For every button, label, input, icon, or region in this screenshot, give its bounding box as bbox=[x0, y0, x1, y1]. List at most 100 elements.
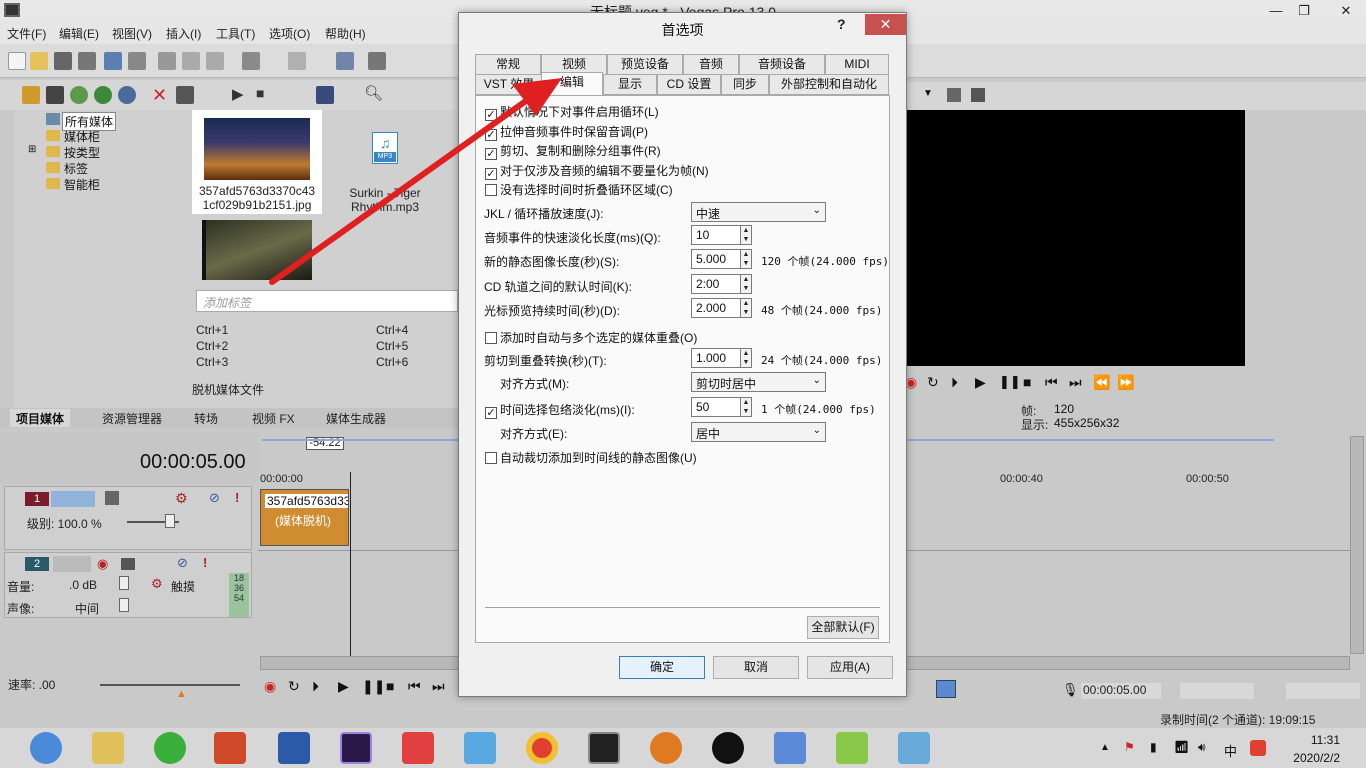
next-frame-icon[interactable]: ⏩ bbox=[1117, 374, 1134, 391]
tray-arrow-icon[interactable]: ▲ bbox=[1100, 742, 1110, 753]
menu-file[interactable]: 文件(F) bbox=[7, 25, 46, 42]
tab-project-media[interactable]: 项目媒体 bbox=[10, 409, 71, 427]
tab-media-generators[interactable]: 媒体生成器 bbox=[320, 409, 392, 427]
align2-select[interactable]: 居中 ⌄ bbox=[691, 422, 826, 442]
automation-mode-label[interactable]: 触摸 bbox=[171, 578, 195, 595]
checkbox-row-pitch[interactable]: ✓ 拉伸音频事件时保留音调(P) bbox=[485, 123, 648, 141]
tree-item-bins[interactable]: 媒体柜 bbox=[64, 128, 100, 145]
clock-date[interactable]: 2020/2/2 bbox=[1284, 751, 1340, 765]
play-from-start-icon[interactable]: ⏵ bbox=[312, 678, 319, 695]
video-track-header[interactable]: 1 ⚙ ⊘ ! 级别: 100.0 % bbox=[4, 486, 252, 550]
tab-vst-effects[interactable]: VST 效果 bbox=[475, 74, 543, 95]
cut-overlap-input[interactable]: 1.000 bbox=[691, 348, 741, 368]
vertical-scrollbar[interactable] bbox=[1350, 436, 1364, 654]
menu-view[interactable]: 视图(V) bbox=[112, 25, 152, 42]
minimize-icon[interactable]: — bbox=[1262, 0, 1290, 22]
pause-icon[interactable]: ❚❚ bbox=[362, 678, 385, 695]
stop-icon[interactable]: ■ bbox=[256, 85, 264, 101]
audio-track-header[interactable]: 2 ◉ ⊘ ! 音量: .0 dB ⚙ 触摸 声像: 中间 18 36 54 bbox=[4, 552, 252, 618]
solo-icon[interactable]: ! bbox=[235, 490, 239, 505]
paste-icon[interactable] bbox=[206, 52, 224, 70]
stop-icon[interactable]: ■ bbox=[386, 678, 394, 694]
still-length-input[interactable]: 5.000 bbox=[691, 249, 741, 269]
checkbox-overlap[interactable] bbox=[485, 332, 497, 344]
save-snapshot-icon[interactable] bbox=[971, 88, 985, 102]
align1-select[interactable]: 剪切时居中 ⌄ bbox=[691, 372, 826, 392]
menu-help[interactable]: 帮助(H) bbox=[325, 25, 366, 42]
delete-icon[interactable]: ✕ bbox=[152, 85, 167, 106]
jkl-speed-select[interactable]: 中速 ⌄ bbox=[691, 202, 826, 222]
volume-icon[interactable]: 🔊︎ bbox=[1198, 740, 1206, 755]
powerpoint-icon[interactable] bbox=[214, 732, 246, 764]
app-icon-orange[interactable] bbox=[650, 732, 682, 764]
file-explorer-icon[interactable] bbox=[92, 732, 124, 764]
play-icon[interactable]: ▶ bbox=[232, 85, 244, 103]
media-properties-icon[interactable] bbox=[176, 86, 194, 104]
redo-icon[interactable] bbox=[288, 52, 306, 70]
checkbox-envelope[interactable]: ✓ bbox=[485, 407, 497, 419]
tab-midi[interactable]: MIDI bbox=[825, 54, 889, 75]
copy-icon[interactable] bbox=[182, 52, 200, 70]
tab-audio[interactable]: 音频 bbox=[683, 54, 739, 75]
checkbox-row-quantize[interactable]: ✓ 对于仅涉及音频的编辑不要量化为帧(N) bbox=[485, 162, 709, 180]
checkbox-row-collapse[interactable]: 没有选择时间时折叠循环区域(C) bbox=[485, 181, 673, 198]
cursor-preview-input[interactable]: 2.000 bbox=[691, 298, 741, 318]
zoom-icon[interactable]: 🔍︎ bbox=[364, 84, 383, 102]
checkbox-row-group[interactable]: ✓ 剪切、复制和删除分组事件(R) bbox=[485, 142, 661, 160]
fade-length-input[interactable]: 10 bbox=[691, 225, 741, 245]
app-icon-bird[interactable] bbox=[464, 732, 496, 764]
app-icon-notebook[interactable] bbox=[898, 732, 930, 764]
capture-icon[interactable] bbox=[46, 86, 64, 104]
video-thumbnail[interactable] bbox=[202, 220, 312, 280]
record-arm-icon[interactable]: ◉ bbox=[97, 556, 108, 572]
compositing-icon[interactable] bbox=[105, 491, 119, 505]
dialog-close-button[interactable]: ✕ bbox=[865, 14, 906, 35]
video-clip[interactable]: 357afd5763d33 (媒体脱机) bbox=[260, 489, 349, 546]
tree-item-by-type[interactable]: 按类型 bbox=[64, 144, 100, 161]
tab-editing[interactable]: 编辑 bbox=[541, 72, 603, 96]
search-media-icon[interactable] bbox=[118, 86, 136, 104]
menu-tools[interactable]: 工具(T) bbox=[216, 25, 255, 42]
tab-external-control[interactable]: 外部控制和自动化 bbox=[769, 74, 889, 95]
word-icon[interactable] bbox=[278, 732, 310, 764]
tab-audio-device[interactable]: 音频设备 bbox=[739, 54, 825, 75]
restore-icon[interactable]: ❐ bbox=[1290, 0, 1318, 22]
ok-button[interactable]: 确定 bbox=[619, 656, 705, 679]
cd-gap-stepper[interactable]: ▲ ▼ bbox=[741, 274, 752, 294]
app-icon-swallow[interactable] bbox=[774, 732, 806, 764]
solo-icon[interactable]: ! bbox=[203, 555, 207, 570]
play-from-start-icon[interactable]: ⏵ bbox=[951, 374, 958, 391]
tab-display[interactable]: 显示 bbox=[603, 74, 657, 95]
undo-icon[interactable] bbox=[242, 52, 260, 70]
menu-insert[interactable]: 插入(I) bbox=[166, 25, 201, 42]
track-name-field[interactable] bbox=[51, 491, 95, 507]
go-end-icon[interactable]: ⏭ bbox=[1069, 374, 1082, 391]
envelope-fade-stepper[interactable]: ▲ ▼ bbox=[741, 397, 752, 417]
open-folder-icon[interactable] bbox=[30, 52, 48, 70]
vegas-icon[interactable] bbox=[588, 732, 620, 764]
prev-frame-icon[interactable]: ⏪ bbox=[1093, 374, 1110, 391]
add-tag-input[interactable]: 添加标签 bbox=[196, 290, 458, 312]
browser-360-icon[interactable] bbox=[30, 732, 62, 764]
snap-icon[interactable] bbox=[936, 680, 956, 698]
views-icon[interactable] bbox=[316, 86, 334, 104]
import-media-icon[interactable] bbox=[22, 86, 40, 104]
menu-options[interactable]: 选项(O) bbox=[269, 25, 310, 42]
reset-all-button[interactable]: 全部默认(F) bbox=[807, 616, 879, 639]
mute-icon[interactable]: ⊘ bbox=[177, 555, 188, 571]
invert-phase-icon[interactable] bbox=[121, 558, 135, 570]
render-icon[interactable] bbox=[104, 52, 122, 70]
tree-item-tags[interactable]: 标签 bbox=[64, 160, 88, 177]
play-icon[interactable]: ▶ bbox=[338, 678, 349, 695]
brush-icon[interactable] bbox=[336, 52, 354, 70]
still-length-stepper[interactable]: ▲ ▼ bbox=[741, 249, 752, 269]
tab-preview-device[interactable]: 预览设备 bbox=[607, 54, 683, 75]
checkbox-row-autocrop[interactable]: 自动裁切添加到时间线的静态图像(U) bbox=[485, 449, 697, 466]
wifi-icon[interactable]: 📶︎ bbox=[1174, 740, 1189, 754]
media-file-mp3-label[interactable]: Surkin - Tiger Rhythm.mp3 bbox=[326, 186, 444, 214]
qq-icon[interactable] bbox=[712, 732, 744, 764]
app-icon-colorful[interactable] bbox=[402, 732, 434, 764]
web-icon[interactable] bbox=[94, 86, 112, 104]
pan-slider-thumb[interactable] bbox=[119, 598, 129, 612]
checkbox-quantize[interactable]: ✓ bbox=[485, 168, 497, 180]
